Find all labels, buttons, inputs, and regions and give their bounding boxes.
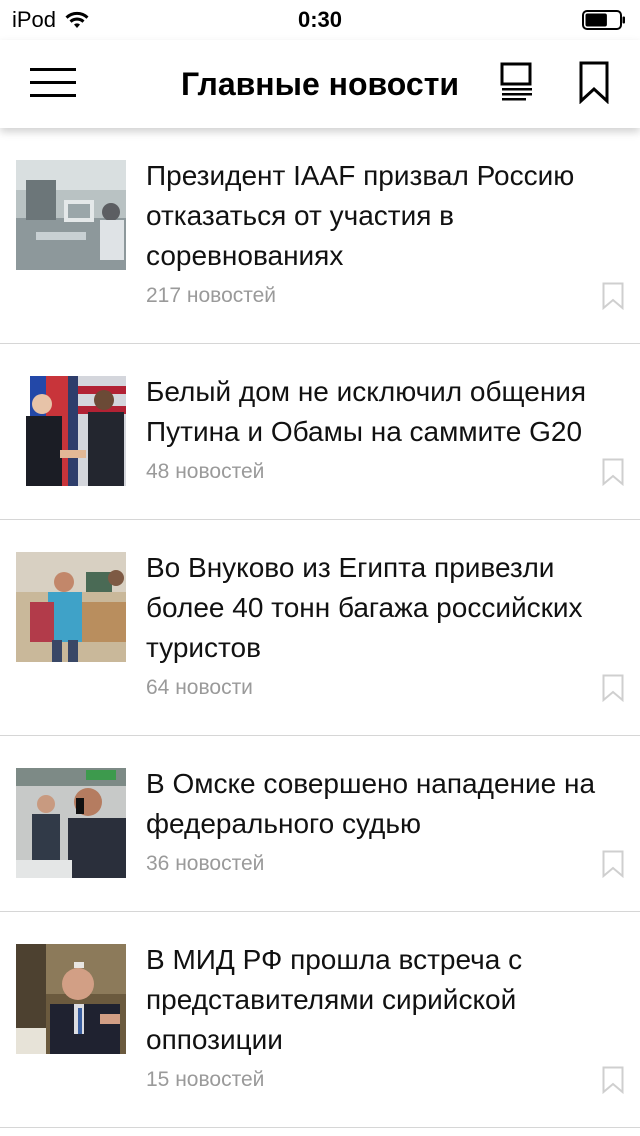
news-count: 15 новостей [146, 1068, 265, 1091]
bookmark-icon[interactable] [578, 60, 610, 104]
news-item[interactable]: Во Внуково из Египта привезли более 40 т… [0, 520, 640, 736]
battery-icon [582, 10, 625, 30]
bookmark-icon[interactable] [602, 674, 624, 702]
news-count: 48 новостей [146, 460, 265, 483]
news-count: 217 новостей [146, 284, 277, 307]
news-headline: Во Внуково из Египта привезли более 40 т… [146, 552, 583, 663]
news-item[interactable]: Белый дом не исключил общения Путина и О… [0, 344, 640, 520]
news-item[interactable]: В Омске совершено нападение на федеральн… [0, 736, 640, 912]
news-thumbnail [16, 552, 126, 662]
news-count: 64 новости [146, 676, 253, 699]
news-headline: Президент IAAF призвал Россию отказаться… [146, 160, 575, 271]
page-title: Главные новости [180, 66, 460, 102]
status-time: 0:30 [297, 7, 343, 32]
list-view-icon[interactable] [500, 62, 534, 104]
news-thumbnail [16, 376, 126, 486]
bookmark-icon[interactable] [602, 282, 624, 310]
news-thumbnail [16, 160, 126, 270]
bookmark-icon[interactable] [602, 1066, 624, 1094]
status-bar: iPod 0:30 [0, 0, 640, 40]
news-headline: В Омске совершено нападение на федеральн… [146, 768, 596, 839]
news-item[interactable]: Президент IAAF призвал Россию отказаться… [0, 128, 640, 344]
bookmark-icon[interactable] [602, 458, 624, 486]
news-thumbnail [16, 944, 126, 1054]
news-feed: Президент IAAF призвал Россию отказаться… [0, 128, 640, 1128]
news-item[interactable]: В МИД РФ прошла встреча с представителям… [0, 912, 640, 1128]
news-headline: В МИД РФ прошла встреча с представителям… [146, 944, 523, 1055]
nav-bar: Главные новости [0, 40, 640, 128]
news-thumbnail [16, 768, 126, 878]
bookmark-icon[interactable] [602, 850, 624, 878]
news-count: 36 новостей [146, 852, 265, 875]
news-headline: Белый дом не исключил общения Путина и О… [146, 376, 587, 447]
